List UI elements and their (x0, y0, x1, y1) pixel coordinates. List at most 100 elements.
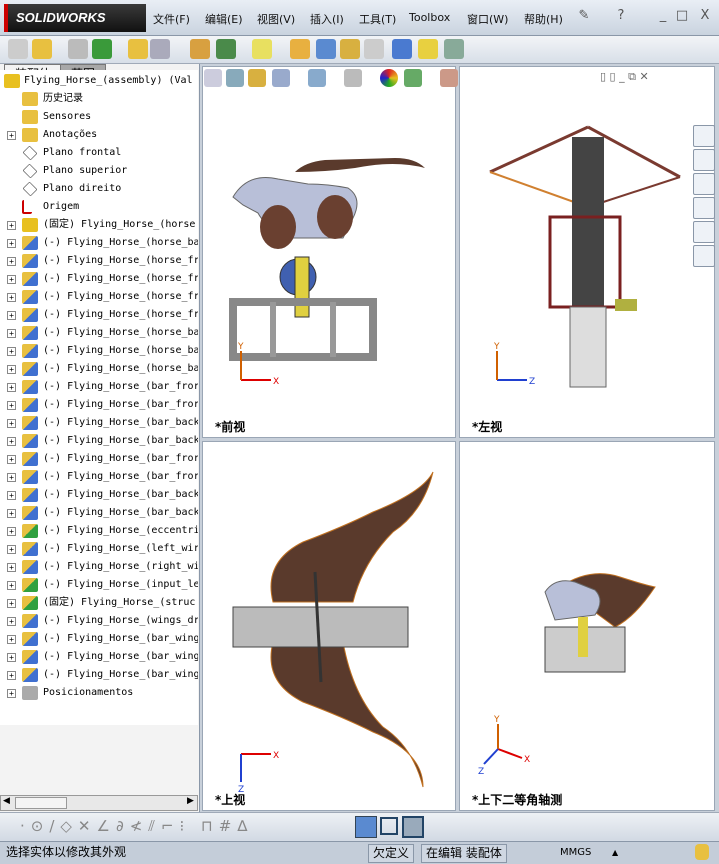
hole-alignment-icon[interactable] (444, 39, 464, 59)
tree-item[interactable]: + (-) Flying_Horse_(bar_back (0, 504, 198, 522)
explode-line-sketch-icon[interactable] (364, 39, 384, 59)
tree-item[interactable]: Plano direito (0, 180, 198, 198)
new-motion-study-icon[interactable] (290, 39, 310, 59)
tree-item[interactable]: + (-) Flying_Horse_(wings_dr (0, 612, 198, 630)
tree-item[interactable]: + (固定) Flying_Horse_(struc (0, 594, 198, 612)
expand-icon[interactable]: + (7, 257, 16, 266)
expand-icon[interactable]: + (7, 689, 16, 698)
expand-icon[interactable]: + (7, 401, 16, 410)
tree-item[interactable]: + (-) Flying_Horse_(horse_fr (0, 306, 198, 324)
expand-icon[interactable]: + (7, 599, 16, 608)
move-component-icon[interactable] (150, 39, 170, 59)
expand-icon[interactable]: + (7, 293, 16, 302)
menu-help[interactable]: 帮助(H) (524, 11, 563, 27)
expand-icon[interactable]: + (7, 545, 16, 554)
tree-item[interactable]: + (-) Flying_Horse_(bar_wing (0, 630, 198, 648)
scroll-right-arrow[interactable]: ▶ (187, 796, 194, 806)
tree-horizontal-scrollbar[interactable]: ◀ ▶ (0, 795, 198, 811)
four-view-icon[interactable] (402, 816, 424, 838)
expand-icon[interactable]: + (7, 239, 16, 248)
tag-icon[interactable] (695, 844, 709, 860)
expand-icon[interactable]: + (7, 617, 16, 626)
appearances-icon[interactable] (693, 221, 715, 243)
expand-icon[interactable]: + (7, 347, 16, 356)
expand-icon[interactable]: + (7, 365, 16, 374)
restore-button[interactable]: □ (674, 8, 690, 24)
expand-icon[interactable]: + (7, 311, 16, 320)
clearance-verification-icon[interactable] (418, 39, 438, 59)
tree-item[interactable]: + (-) Flying_Horse_(horse_ba (0, 234, 198, 252)
file-explorer-icon[interactable] (693, 173, 715, 195)
viewport-front[interactable]: X Y *前视 (202, 66, 456, 438)
section-view-icon[interactable] (248, 69, 266, 87)
tree-item[interactable]: + (-) Flying_Horse_(bar_fror (0, 378, 198, 396)
expand-icon[interactable]: + (7, 437, 16, 446)
tree-item[interactable]: + (-) Flying_Horse_(bar_fror (0, 450, 198, 468)
close-button[interactable]: X (697, 8, 713, 24)
expand-icon[interactable]: + (7, 563, 16, 572)
expand-icon[interactable]: + (7, 131, 16, 140)
tree-item[interactable]: Plano frontal (0, 144, 198, 162)
tree-item[interactable]: Origem (0, 198, 198, 216)
tree-item[interactable]: + (-) Flying_Horse_(bar_fror (0, 468, 198, 486)
menu-view[interactable]: 视图(V) (257, 11, 295, 27)
expand-icon[interactable]: + (7, 419, 16, 428)
expand-icon[interactable]: + (7, 455, 16, 464)
tree-item[interactable]: + (-) Flying_Horse_(left_wir (0, 540, 198, 558)
tree-item[interactable]: + (-) Flying_Horse_(bar_fror (0, 396, 198, 414)
zoom-to-fit-icon[interactable] (204, 69, 222, 87)
tree-item[interactable]: + (-) Flying_Horse_(horse_fr (0, 270, 198, 288)
tree-item[interactable]: + (-) Flying_Horse_(right_wi (0, 558, 198, 576)
view-settings-icon[interactable] (440, 69, 458, 87)
expand-icon[interactable]: + (7, 527, 16, 536)
menu-toolbox[interactable]: Toolbox (409, 11, 450, 24)
units-arrow[interactable]: ▲ (612, 842, 618, 863)
display-style-icon[interactable] (308, 69, 326, 87)
smart-fasteners-icon[interactable] (128, 39, 148, 59)
units-label[interactable]: MMGS (560, 842, 591, 863)
bill-of-materials-icon[interactable] (316, 39, 336, 59)
hide-show-items-icon[interactable] (344, 69, 362, 87)
tree-item[interactable]: + (固定) Flying_Horse_(horse (0, 216, 198, 234)
tree-item[interactable]: + (-) Flying_Horse_(bar_wing (0, 648, 198, 666)
expand-icon[interactable]: + (7, 329, 16, 338)
solidworks-logo[interactable]: SOLIDWORKS (4, 4, 146, 32)
expand-icon[interactable]: + (7, 635, 16, 644)
tree-item[interactable]: + (-) Flying_Horse_(bar_wing (0, 666, 198, 684)
expand-icon[interactable]: + (7, 491, 16, 500)
expand-icon[interactable]: + (7, 221, 16, 230)
tree-item[interactable]: + (-) Flying_Horse_(eccentri (0, 522, 198, 540)
previous-view-icon[interactable] (226, 69, 244, 87)
interference-detection-icon[interactable] (392, 39, 412, 59)
tree-item[interactable]: Sensores (0, 108, 198, 126)
viewport-top[interactable]: X Z *上视 (202, 441, 456, 811)
menu-file[interactable]: 文件(F) (153, 11, 190, 27)
scroll-left-arrow[interactable]: ◀ (3, 796, 10, 806)
viewport-isometric[interactable]: Y X Z *上下二等角轴测 (459, 441, 715, 811)
insert-component-icon[interactable] (32, 39, 52, 59)
menu-edit[interactable]: 编辑(E) (205, 11, 243, 27)
edit-appearance-icon[interactable] (380, 69, 398, 87)
menu-tools[interactable]: 工具(T) (359, 11, 396, 27)
tree-item[interactable]: + (-) Flying_Horse_(input_le (0, 576, 198, 594)
menu-window[interactable]: 窗口(W) (467, 11, 508, 27)
tree-item[interactable]: + (-) Flying_Horse_(bar_back (0, 432, 198, 450)
pin-icon[interactable]: ✎ (576, 8, 592, 24)
design-library-icon[interactable] (693, 149, 715, 171)
apply-scene-icon[interactable] (404, 69, 422, 87)
expand-icon[interactable]: + (7, 473, 16, 482)
expand-icon[interactable]: + (7, 671, 16, 680)
viewport-left[interactable]: Z Y *左视 (459, 66, 715, 438)
assembly-features-icon[interactable] (216, 39, 236, 59)
tree-item[interactable]: + (-) Flying_Horse_(horse_ba (0, 342, 198, 360)
tree-item[interactable]: Flying_Horse_(assembly) (Val (0, 72, 198, 90)
tree-item[interactable]: + Posicionamentos (0, 684, 198, 702)
custom-properties-icon[interactable] (693, 245, 715, 267)
view-palette-icon[interactable] (693, 197, 715, 219)
sketch-tools[interactable]: ·⊙/◇✕∠∂≮⫽⌐⁝ ⊓#∆ (20, 817, 253, 835)
tree-item[interactable]: + (-) Flying_Horse_(horse_ba (0, 360, 198, 378)
tree-item[interactable]: + (-) Flying_Horse_(bar_back (0, 486, 198, 504)
viewport-controls[interactable]: ▯ ▯ _ ⧉ ✕ (600, 70, 649, 84)
expand-icon[interactable]: + (7, 509, 16, 518)
minimize-button[interactable]: _ (655, 8, 671, 24)
